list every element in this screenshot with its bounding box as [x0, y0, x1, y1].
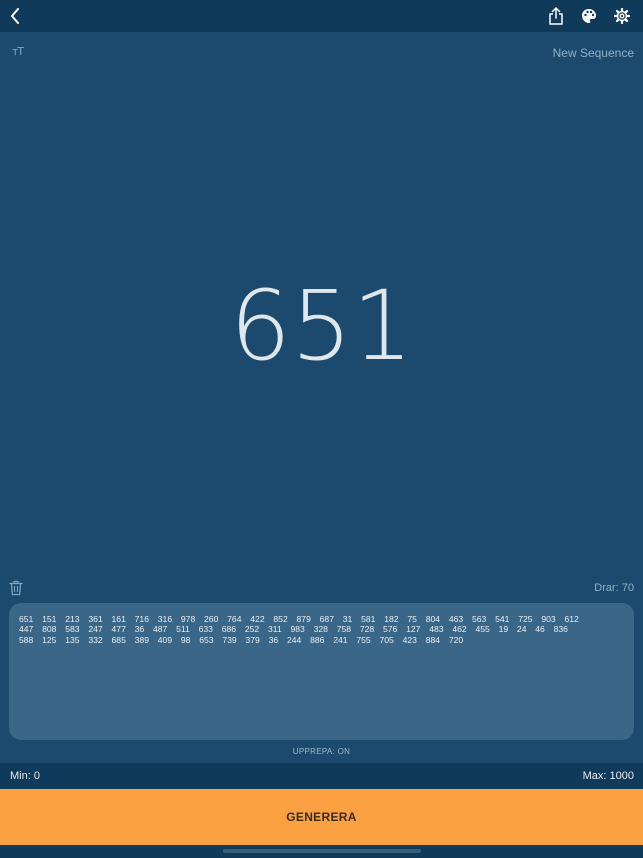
- bottom-safe-area: [0, 845, 643, 858]
- back-button[interactable]: [4, 6, 26, 26]
- min-value[interactable]: Min: 0: [10, 770, 40, 782]
- history-line: 588 125 135 332 685 389 409 98 653 739 3…: [19, 634, 464, 645]
- history-line: 651 151 213 361 161 716 316 978 260 764 …: [19, 614, 579, 624]
- palette-icon: [582, 9, 596, 23]
- range-bar: Min: 0 Max: 1000: [0, 763, 643, 789]
- generate-button[interactable]: GENERERA: [0, 789, 643, 845]
- draw-count: Drar: 70: [594, 582, 634, 594]
- top-toolbar: [0, 0, 643, 32]
- theme-button[interactable]: [578, 6, 600, 26]
- repeat-status[interactable]: UPPREPA: ON: [0, 747, 643, 756]
- clear-history-button[interactable]: [9, 580, 25, 596]
- share-icon: [549, 7, 563, 25]
- share-button[interactable]: [545, 6, 567, 26]
- current-number: 651: [229, 270, 414, 382]
- font-size-icon[interactable]: тT: [12, 45, 28, 59]
- history-line: 447 808 583 247 477 36 487 511 633 686 2…: [19, 624, 568, 635]
- trash-icon: [9, 580, 23, 596]
- settings-button[interactable]: [611, 6, 633, 26]
- home-indicator: [223, 849, 421, 853]
- gear-icon: [614, 8, 630, 24]
- new-sequence-button[interactable]: New Sequence: [553, 46, 634, 60]
- chevron-left-icon: [11, 8, 19, 24]
- history-panel[interactable]: 651 151 213 361 161 716 316 978 260 764 …: [9, 603, 634, 740]
- max-value[interactable]: Max: 1000: [583, 770, 634, 782]
